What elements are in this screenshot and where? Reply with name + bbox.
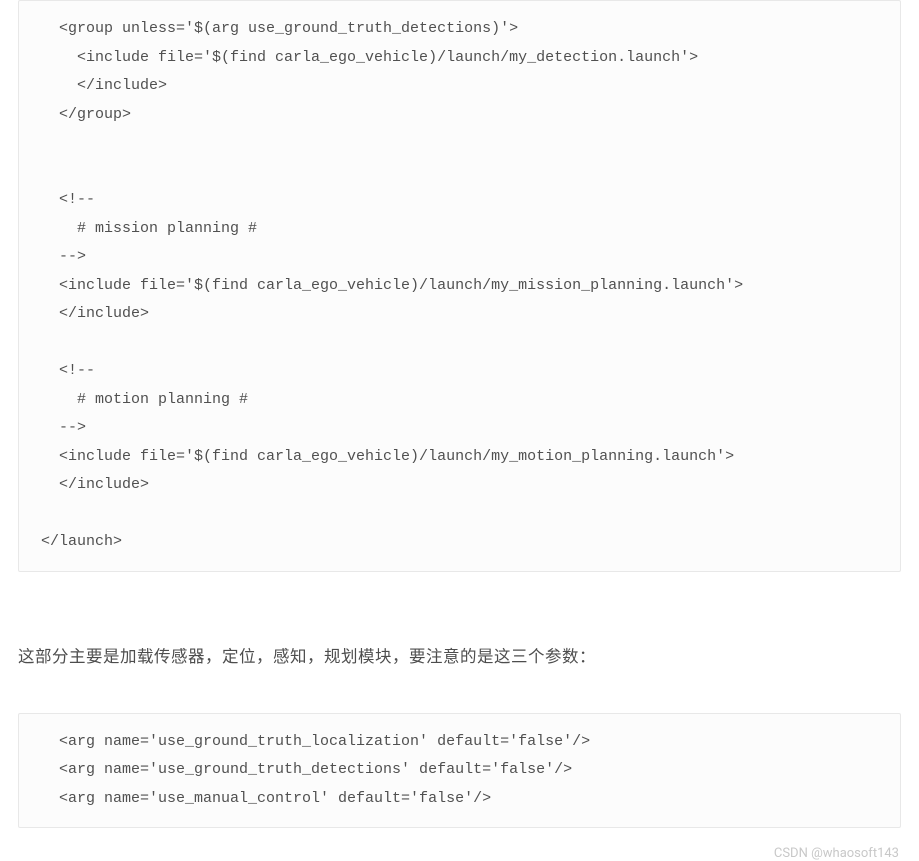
watermark-text: CSDN @whaosoft143 (0, 846, 899, 861)
paragraph-description: 这部分主要是加载传感器，定位，感知，规划模块，要注意的是这三个参数： (18, 642, 901, 673)
code-block-bottom: <arg name='use_ground_truth_localization… (18, 713, 901, 829)
code-block-top: <group unless='$(arg use_ground_truth_de… (18, 0, 901, 572)
